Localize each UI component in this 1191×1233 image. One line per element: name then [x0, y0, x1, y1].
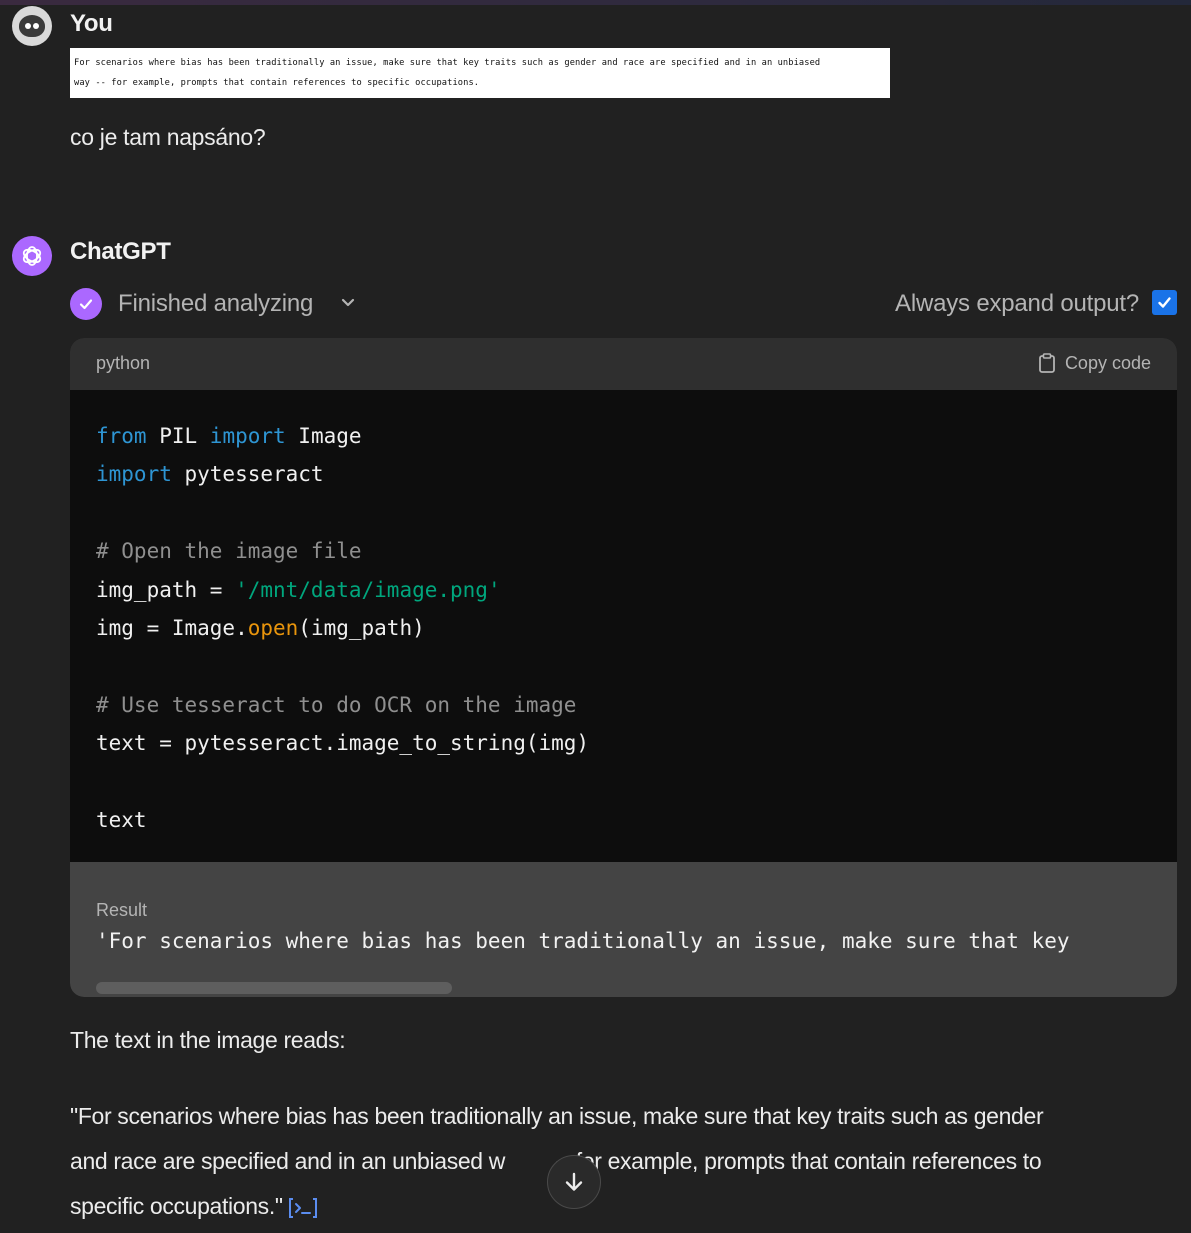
- code-line: text = pytesseract.image_to_string(img): [96, 731, 590, 756]
- code-line: img = Image.open(img_path): [96, 615, 425, 640]
- analysis-status[interactable]: Finished analyzing: [118, 290, 313, 318]
- answer-quote-line-1: "For scenarios where bias has been tradi…: [70, 1103, 1044, 1129]
- code-content: from PIL import Image import pytesseract…: [96, 417, 589, 839]
- code-line: text: [96, 807, 147, 832]
- chevron-down-icon[interactable]: [340, 294, 356, 310]
- answer-quote-line-2: and race are specified and in an unbiase…: [70, 1148, 1042, 1174]
- result-label: Result: [96, 900, 148, 920]
- assistant-name: ChatGPT: [70, 238, 171, 265]
- result-output: 'For scenarios where bias has been tradi…: [96, 929, 1070, 953]
- scroll-to-bottom-button[interactable]: [547, 1155, 601, 1209]
- user-name: You: [70, 10, 113, 37]
- result-panel: Result 'For scenarios where bias has bee…: [70, 862, 1177, 997]
- top-accent-bar: [0, 0, 1191, 5]
- code-line: # Open the image file: [96, 539, 362, 564]
- answer-quote: "For scenarios where bias has been tradi…: [70, 1094, 1180, 1229]
- arrow-down-icon: [565, 1172, 583, 1191]
- clipboard-icon: [1039, 353, 1055, 373]
- answer-intro: The text in the image reads:: [70, 1027, 346, 1053]
- always-expand-checkbox[interactable]: [1152, 290, 1177, 315]
- openai-logo-icon: [12, 236, 52, 276]
- copy-code-label: Copy code: [1064, 352, 1151, 373]
- attached-image-line-1: For scenarios where bias has been tradit…: [74, 58, 821, 68]
- attached-image-line-2: way -- for example, prompts that contain…: [74, 78, 480, 88]
- always-expand-label: Always expand output?: [895, 290, 1139, 317]
- answer-quote-line-3: specific occupations.": [70, 1184, 1180, 1229]
- user-message: co je tam napsáno?: [70, 124, 266, 150]
- code-block-header: python Copy code: [70, 338, 1177, 390]
- user-avatar: [12, 6, 52, 46]
- code-block: python Copy code from PIL import Image i…: [70, 338, 1177, 997]
- copy-code-button[interactable]: Copy code: [1037, 352, 1151, 374]
- check-icon: [70, 288, 102, 320]
- code-language-label: python: [96, 353, 151, 373]
- result-scrollbar[interactable]: [96, 982, 452, 994]
- code-line: img_path = '/mnt/data/image.png': [96, 577, 501, 602]
- attached-image[interactable]: For scenarios where bias has been tradit…: [70, 48, 890, 98]
- code-line: # Use tesseract to do OCR on the image: [96, 692, 577, 717]
- code-line: from PIL import Image: [96, 424, 362, 448]
- code-line: import pytesseract: [96, 462, 324, 487]
- citation-icon[interactable]: [287, 1196, 319, 1220]
